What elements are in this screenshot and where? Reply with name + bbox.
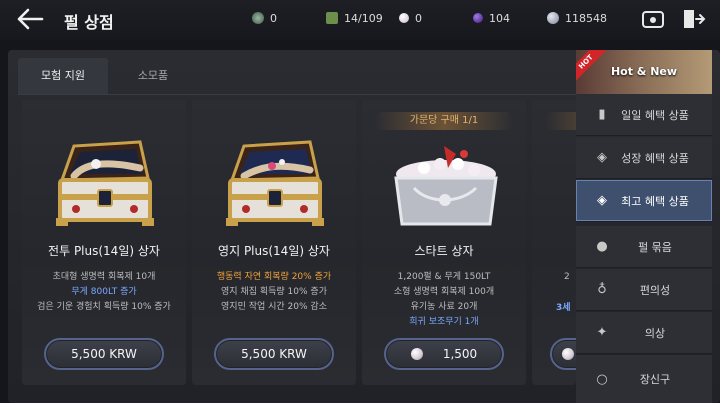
product-description: 행동력 자연 회복량 20% 증가 영지 채집 획득량 10% 증가 영지민 작… <box>192 270 356 315</box>
pearl-icon <box>399 13 409 23</box>
tab-divider <box>18 94 578 95</box>
shop-category-menu: HOT Hot & New ▮ 일일 혜택 상품 ◈ 성장 혜택 상품 ◈ 최고… <box>576 50 712 403</box>
top-bar: 펄 상점 0 14/109 0 104 118548 <box>0 0 720 40</box>
menu-item-accessories[interactable]: ○ 장신구 <box>576 355 712 403</box>
description-line: 초대형 생명력 회복제 10개 <box>52 272 156 282</box>
description-line-highlight: 무게 800LT 증가 <box>71 287 137 297</box>
purple-gem-icon <box>473 13 483 23</box>
hot-and-new-label: Hot & New <box>610 65 678 78</box>
description-line-highlight: 행동력 자연 회복량 20% 증가 <box>216 272 332 282</box>
description-line: 소형 생명력 회복제 100개 <box>393 287 495 297</box>
description-line: 3세 <box>556 303 571 313</box>
purchase-limit-badge <box>544 112 576 130</box>
description-line: 검은 기운 경험치 획득량 10% 증가 <box>37 302 171 312</box>
menu-item-convenience[interactable]: ♁ 편의성 <box>576 269 712 311</box>
page-title: 펄 상점 <box>64 13 114 32</box>
description-line: 영지 채집 획득량 10% 증가 <box>221 287 327 297</box>
description-line: 유기농 사료 20개 <box>410 302 478 312</box>
exit-door-icon[interactable] <box>680 7 706 31</box>
product-description: 초대형 생명력 회복제 10개 무게 800LT 증가 검은 기운 경험치 획득… <box>22 270 186 315</box>
menu-item-outfits[interactable]: ✦ 의상 <box>576 312 712 354</box>
description-line: 1,200펄 & 무게 150LT <box>397 272 491 282</box>
category-tabs: 모험 지원 소모품 <box>18 58 198 94</box>
menu-item-growth-deals[interactable]: ◈ 성장 혜택 상품 <box>576 137 712 179</box>
purchase-limit-badge: 가문당 구매 1/1 <box>374 112 514 130</box>
buy-button[interactable] <box>550 338 576 370</box>
description-line-highlight: 희귀 보조무기 1개 <box>409 317 479 327</box>
product-name: 스타트 상자 <box>414 244 474 258</box>
currency-silver-coin: 118548 <box>547 10 607 26</box>
currency-weight: 14/109 <box>326 10 383 26</box>
product-card-territory-plus[interactable]: 영지 Plus(14일) 상자 행동력 자연 회복량 20% 증가 영지 채집 … <box>192 100 356 385</box>
tab-adventure-support[interactable]: 모험 지원 <box>18 58 108 94</box>
buy-button[interactable]: 1,500 <box>384 338 504 370</box>
product-name: 영지 Plus(14일) 상자 <box>218 244 330 258</box>
currency-silver-token: 0 <box>252 10 277 26</box>
currency-pearl: 0 <box>399 10 422 26</box>
product-card-combat-plus[interactable]: 전투 Plus(14일) 상자 초대형 생명력 회복제 10개 무게 800LT… <box>22 100 186 385</box>
menu-item-best-deals[interactable]: ◈ 최고 혜택 상품 <box>576 180 712 222</box>
treasure-chest-icon <box>226 140 324 226</box>
weight-icon <box>326 12 338 24</box>
currency-purple-gem: 104 <box>473 10 510 26</box>
inventory-box-icon[interactable] <box>640 7 666 31</box>
back-arrow-icon[interactable] <box>16 8 44 30</box>
price-label: 5,500 KRW <box>241 347 307 361</box>
silver-token-icon <box>252 12 264 24</box>
tab-consumables[interactable]: 소모품 <box>108 58 198 94</box>
price-label: 5,500 KRW <box>71 347 137 361</box>
silver-coin-icon <box>547 12 559 24</box>
description-line: 영지민 작업 시간 20% 감소 <box>221 302 327 312</box>
product-name: 전투 Plus(14일) 상자 <box>48 244 160 258</box>
silver-chest-icon <box>394 146 498 226</box>
pearl-icon <box>562 348 574 360</box>
treasure-chest-icon <box>56 140 154 226</box>
menu-item-pearl-bundle[interactable]: ● 펄 묶음 <box>576 226 712 268</box>
price-label: 1,500 <box>442 347 478 361</box>
buy-button[interactable]: 5,500 KRW <box>214 338 334 370</box>
description-line: 2 <box>564 272 570 282</box>
product-card-starter-box[interactable]: 가문당 구매 1/1 스타트 상자 1,200펄 & 무게 150LT 소형 생… <box>362 100 526 385</box>
product-card-partial[interactable]: 2 3세 <box>532 100 576 385</box>
menu-item-daily-deals[interactable]: ▮ 일일 혜택 상품 <box>576 94 712 136</box>
product-description: 1,200펄 & 무게 150LT 소형 생명력 회복제 100개 유기농 사료… <box>362 270 526 330</box>
hot-and-new-banner[interactable]: HOT Hot & New <box>576 50 712 94</box>
buy-button[interactable]: 5,500 KRW <box>44 338 164 370</box>
pearl-icon <box>410 348 423 360</box>
